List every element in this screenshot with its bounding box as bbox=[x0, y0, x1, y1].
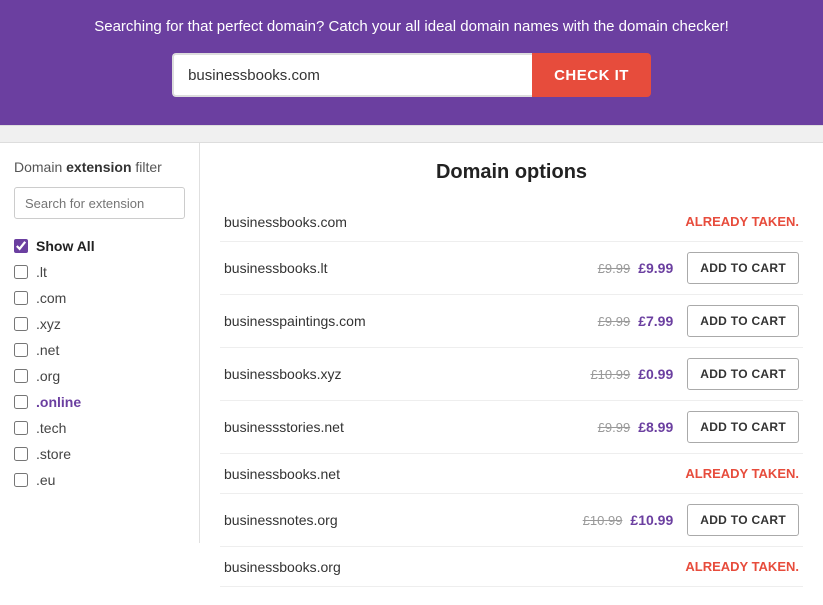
filter-xyz[interactable]: .xyz bbox=[14, 311, 185, 337]
filter-lt[interactable]: .lt bbox=[14, 259, 185, 285]
filter-eu-checkbox[interactable] bbox=[14, 473, 28, 487]
price-new: £9.99 bbox=[638, 260, 673, 276]
filter-show-all-label: Show All bbox=[36, 238, 95, 254]
add-to-cart-button[interactable]: ADD TO CART bbox=[687, 504, 799, 536]
filter-online-checkbox[interactable] bbox=[14, 395, 28, 409]
domain-name: businesspaintings.com bbox=[224, 313, 598, 329]
domain-row: businessbooks.orgALREADY TAKEN. bbox=[220, 547, 803, 587]
price-new: £0.99 bbox=[638, 366, 673, 382]
price-new: £7.99 bbox=[638, 313, 673, 329]
price-old: £10.99 bbox=[590, 367, 630, 382]
sidebar: Domain extension filter Show All .lt .co… bbox=[0, 143, 200, 543]
domain-row: businessbooks.lt£9.99£9.99ADD TO CART bbox=[220, 242, 803, 295]
filter-tech-checkbox[interactable] bbox=[14, 421, 28, 435]
domain-name: businessbooks.lt bbox=[224, 260, 598, 276]
filter-com[interactable]: .com bbox=[14, 285, 185, 311]
filter-org-label: .org bbox=[36, 368, 60, 384]
check-it-button[interactable]: CHECK IT bbox=[532, 53, 651, 97]
search-row: CHECK IT bbox=[20, 53, 803, 97]
domain-name: businessbooks.net bbox=[224, 466, 685, 482]
filter-eu[interactable]: .eu bbox=[14, 467, 185, 493]
domain-name: businessnotes.org bbox=[224, 512, 583, 528]
domain-name: businessbooks.xyz bbox=[224, 366, 590, 382]
sidebar-title: Domain extension filter bbox=[14, 159, 185, 175]
domain-list: businessbooks.comALREADY TAKEN.businessb… bbox=[220, 202, 803, 587]
domain-row: businessbooks.xyz£10.99 £0.99 ADD TO CART bbox=[220, 348, 803, 401]
sidebar-title-bold: extension bbox=[66, 159, 131, 175]
already-taken-label: ALREADY TAKEN. bbox=[685, 466, 799, 481]
price-new: £10.99 bbox=[630, 512, 673, 528]
filter-org[interactable]: .org bbox=[14, 363, 185, 389]
content-area: Domain options businessbooks.comALREADY … bbox=[200, 143, 823, 605]
filter-store[interactable]: .store bbox=[14, 441, 185, 467]
filter-org-checkbox[interactable] bbox=[14, 369, 28, 383]
filter-list: Show All .lt .com .xyz .net .org bbox=[14, 233, 185, 493]
add-to-cart-button[interactable]: ADD TO CART bbox=[687, 252, 799, 284]
header-section: Searching for that perfect domain? Catch… bbox=[0, 0, 823, 125]
filter-net-label: .net bbox=[36, 342, 59, 358]
domain-name: businessbooks.com bbox=[224, 214, 685, 230]
content-title: Domain options bbox=[220, 161, 803, 184]
filter-online-label: .online bbox=[36, 394, 81, 410]
filter-net[interactable]: .net bbox=[14, 337, 185, 363]
filter-xyz-label: .xyz bbox=[36, 316, 61, 332]
filter-show-all-checkbox[interactable] bbox=[14, 239, 28, 253]
main-layout: Domain extension filter Show All .lt .co… bbox=[0, 143, 823, 605]
domain-row: businessbooks.comALREADY TAKEN. bbox=[220, 202, 803, 242]
filter-store-checkbox[interactable] bbox=[14, 447, 28, 461]
domain-row: businessnotes.org£10.99£10.99ADD TO CART bbox=[220, 494, 803, 547]
domain-name: businessstories.net bbox=[224, 419, 598, 435]
domain-input[interactable] bbox=[172, 53, 532, 97]
filter-com-label: .com bbox=[36, 290, 66, 306]
price-old: £9.99 bbox=[598, 261, 631, 276]
price-old: £10.99 bbox=[583, 513, 623, 528]
filter-show-all[interactable]: Show All bbox=[14, 233, 185, 259]
extension-search-input[interactable] bbox=[14, 187, 185, 219]
price-old: £9.99 bbox=[598, 314, 631, 329]
filter-eu-label: .eu bbox=[36, 472, 55, 488]
header-tagline: Searching for that perfect domain? Catch… bbox=[20, 18, 803, 35]
filter-lt-checkbox[interactable] bbox=[14, 265, 28, 279]
divider bbox=[0, 125, 823, 143]
domain-row: businessstories.net£9.99 £8.99 ADD TO CART bbox=[220, 401, 803, 454]
filter-store-label: .store bbox=[36, 446, 71, 462]
add-to-cart-button[interactable]: ADD TO CART bbox=[687, 358, 799, 390]
filter-com-checkbox[interactable] bbox=[14, 291, 28, 305]
price-old: £9.99 bbox=[598, 420, 631, 435]
filter-online[interactable]: .online bbox=[14, 389, 185, 415]
filter-tech[interactable]: .tech bbox=[14, 415, 185, 441]
add-to-cart-button[interactable]: ADD TO CART bbox=[687, 305, 799, 337]
price-new: £8.99 bbox=[638, 419, 673, 435]
domain-name: businessbooks.org bbox=[224, 559, 685, 575]
already-taken-label: ALREADY TAKEN. bbox=[685, 214, 799, 229]
domain-row: businessbooks.netALREADY TAKEN. bbox=[220, 454, 803, 494]
filter-lt-label: .lt bbox=[36, 264, 47, 280]
domain-row: businesspaintings.com£9.99 £7.99 ADD TO CA… bbox=[220, 295, 803, 348]
filter-net-checkbox[interactable] bbox=[14, 343, 28, 357]
filter-tech-label: .tech bbox=[36, 420, 66, 436]
add-to-cart-button[interactable]: ADD TO CART bbox=[687, 411, 799, 443]
filter-xyz-checkbox[interactable] bbox=[14, 317, 28, 331]
already-taken-label: ALREADY TAKEN. bbox=[685, 559, 799, 574]
